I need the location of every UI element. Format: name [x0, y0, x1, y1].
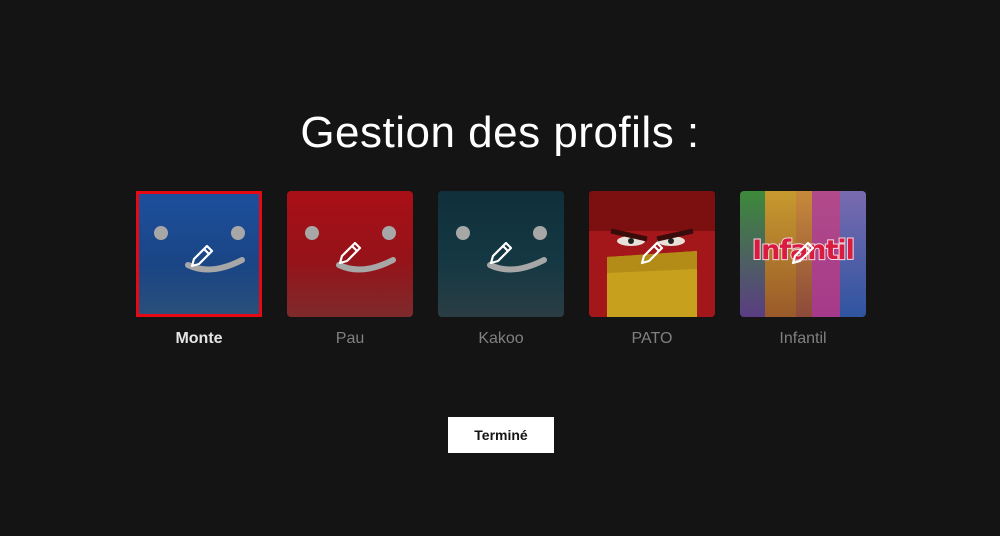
page-title: Gestion des profils :: [300, 108, 700, 157]
profile-list: Monte Pau Kakoo PATO Infantil Infantil: [136, 191, 868, 361]
done-button[interactable]: Terminé: [448, 417, 554, 453]
edit-pencil-icon: [489, 241, 513, 265]
edit-pencil-icon: [791, 241, 815, 265]
profile-item-pau[interactable]: Pau: [287, 191, 413, 348]
profile-avatar[interactable]: [287, 191, 413, 317]
profile-item-monte[interactable]: Monte: [136, 191, 262, 348]
profile-item-kakoo[interactable]: Kakoo: [438, 191, 564, 348]
profile-name: Monte: [175, 330, 223, 347]
edit-pencil-icon: [640, 241, 664, 265]
manage-profiles-page: Gestion des profils : Monte Pau Kakoo PA…: [0, 0, 1000, 536]
profile-avatar[interactable]: [438, 191, 564, 317]
profile-name: Pau: [335, 330, 365, 347]
profile-avatar[interactable]: [136, 191, 262, 317]
profile-name: PATO: [631, 330, 673, 347]
edit-pencil-icon: [190, 244, 214, 268]
profile-name: Infantil: [779, 330, 827, 347]
profile-item-pato[interactable]: PATO: [589, 191, 715, 348]
profile-avatar[interactable]: [589, 191, 715, 317]
profile-item-infantil[interactable]: Infantil Infantil: [740, 191, 866, 348]
edit-pencil-icon: [338, 241, 362, 265]
profile-name: Kakoo: [478, 330, 524, 347]
profile-avatar[interactable]: Infantil: [740, 191, 866, 317]
